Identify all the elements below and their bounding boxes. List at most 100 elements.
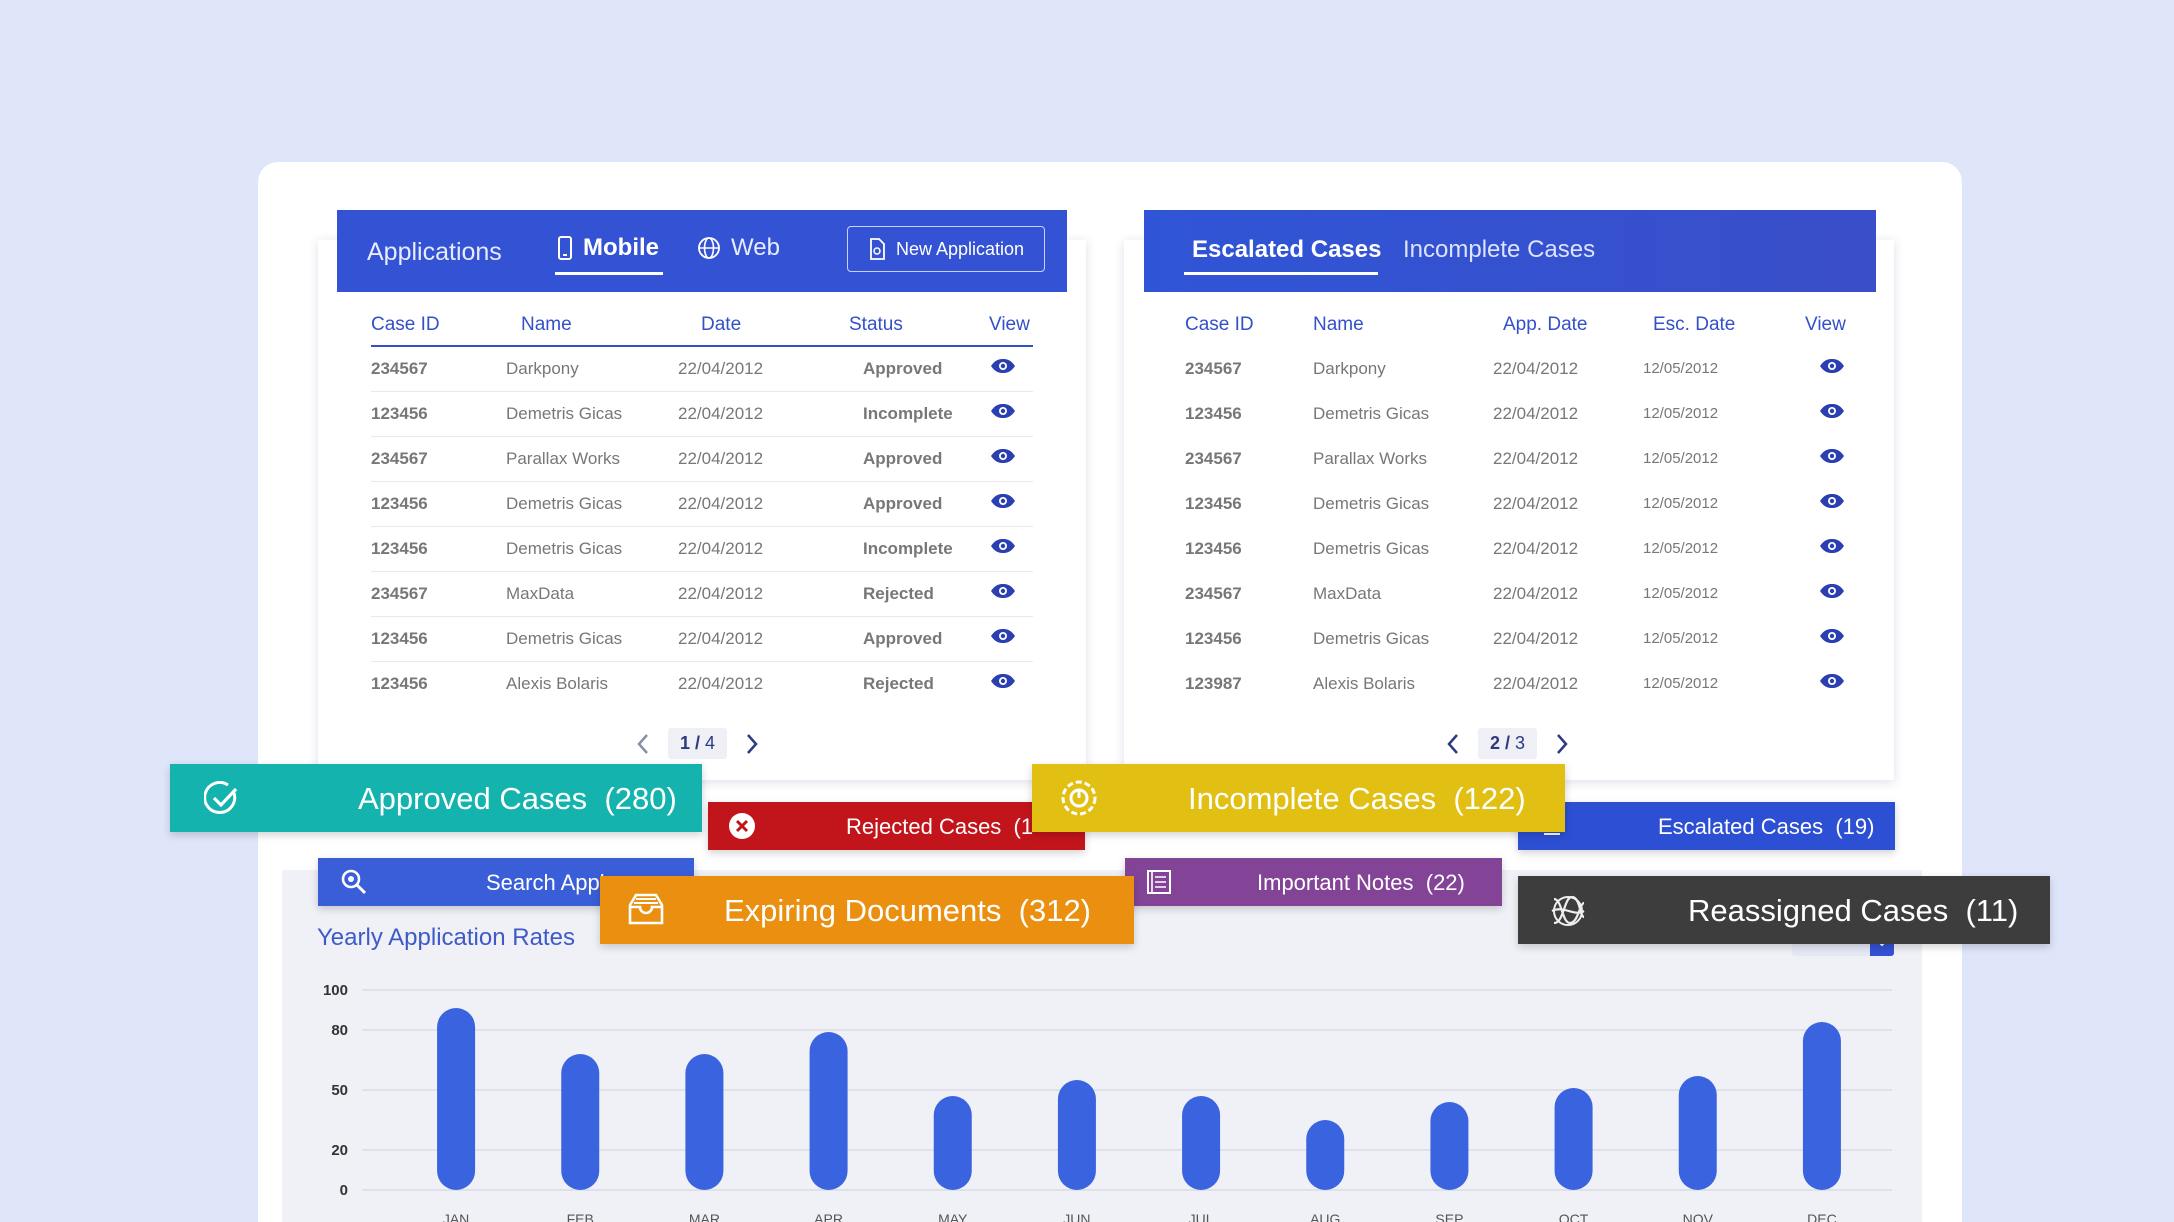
applicant-name: Alexis Bolaris xyxy=(1313,673,1416,693)
view-button[interactable] xyxy=(971,660,1033,706)
x-tick-label: SEP xyxy=(1435,1211,1463,1222)
bar-jun[interactable] xyxy=(1057,1080,1096,1190)
application-date: 22/04/2012 xyxy=(676,390,841,436)
case-id: 123456 xyxy=(1185,403,1242,423)
x-tick-label: MAR xyxy=(689,1211,720,1222)
approved-cases-banner[interactable]: Approved Cases (280) xyxy=(170,764,702,832)
col-esc-date[interactable]: Esc. Date xyxy=(1643,304,1791,346)
rejected-count: (1 xyxy=(1013,814,1034,839)
case-id: 123456 xyxy=(371,660,506,706)
view-button[interactable] xyxy=(1791,481,1865,526)
application-date: 22/04/2012 xyxy=(676,570,841,616)
escalation-date: 12/05/2012 xyxy=(1643,585,1719,602)
prev-page-icon[interactable] xyxy=(1446,733,1460,755)
bar-feb[interactable] xyxy=(561,1054,600,1190)
table-row[interactable]: 123456 Demetris Gicas 22/04/2012 12/05/2012 xyxy=(1185,391,1865,436)
table-row[interactable]: 234567 Parallax Works 22/04/2012 Approved xyxy=(371,435,1033,481)
view-button[interactable] xyxy=(1791,436,1865,481)
escalated-count: (19) xyxy=(1835,814,1875,839)
table-row[interactable]: 123456 Demetris Gicas 22/04/2012 12/05/2012 xyxy=(1185,481,1865,526)
case-id: 123456 xyxy=(1185,538,1242,558)
table-row[interactable]: 123456 Demetris Gicas 22/04/2012 12/05/2012 xyxy=(1185,526,1865,571)
table-row[interactable]: 234567 MaxData 22/04/2012 Rejected xyxy=(371,570,1033,616)
view-button[interactable] xyxy=(971,346,1033,391)
applications-table: Case ID Name Date Status View 234567 Dark… xyxy=(371,304,1033,706)
x-tick-label: APR xyxy=(814,1211,843,1222)
table-row[interactable]: 123456 Demetris Gicas 22/04/2012 Approved xyxy=(371,615,1033,661)
escalation-date: 12/05/2012 xyxy=(1643,360,1719,377)
tab-incomplete-cases[interactable]: Incomplete Cases xyxy=(1403,236,1595,264)
bar-dec[interactable] xyxy=(1802,1022,1841,1190)
bar-jul[interactable] xyxy=(1182,1096,1221,1190)
page-indicator: 2 / 3 xyxy=(1478,728,1538,759)
escalation-date: 12/05/2012 xyxy=(1643,540,1719,557)
applicant-name: MaxData xyxy=(1313,583,1382,603)
col-status[interactable]: Status xyxy=(841,304,971,346)
view-button[interactable] xyxy=(1791,526,1865,571)
table-row[interactable]: 234567 Parallax Works 22/04/2012 12/05/2012 xyxy=(1185,436,1865,481)
eye-icon xyxy=(1820,359,1844,373)
table-row[interactable]: 123987 Alexis Bolaris 22/04/2012 12/05/2012 xyxy=(1185,661,1865,706)
table-row[interactable]: 234567 Darkpony 22/04/2012 Approved xyxy=(371,346,1033,391)
bar-aug[interactable] xyxy=(1306,1120,1345,1190)
escalated-cases-banner[interactable]: Escalated Cases (19) xyxy=(1518,802,1895,850)
table-row[interactable]: 123456 Demetris Gicas 22/04/2012 Incomplete xyxy=(371,525,1033,571)
col-app-date[interactable]: App. Date xyxy=(1493,304,1643,346)
col-name[interactable]: Name xyxy=(506,304,676,346)
view-button[interactable] xyxy=(971,615,1033,661)
tab-escalated-cases[interactable]: Escalated Cases xyxy=(1192,236,1381,264)
case-id: 123456 xyxy=(1185,628,1242,648)
eye-icon xyxy=(1820,539,1844,553)
col-view[interactable]: View xyxy=(1791,304,1865,346)
table-row[interactable]: 123456 Alexis Bolaris 22/04/2012 Rejected xyxy=(371,660,1033,706)
new-application-button[interactable]: New Application xyxy=(847,226,1045,272)
col-date[interactable]: Date xyxy=(676,304,841,346)
applications-header: Applications Mobile Web New Application xyxy=(337,210,1067,292)
next-page-icon[interactable] xyxy=(745,733,759,755)
col-case-id[interactable]: Case ID xyxy=(371,304,506,346)
expiring-documents-banner[interactable]: Expiring Documents (312) xyxy=(600,876,1134,944)
bar-sep[interactable] xyxy=(1430,1102,1469,1190)
reassigned-cases-banner[interactable]: Reassigned Cases (11) xyxy=(1518,876,2050,944)
notes-count: (22) xyxy=(1425,870,1465,895)
view-button[interactable] xyxy=(1791,661,1865,706)
expiring-count: (312) xyxy=(1018,893,1092,928)
notes-icon xyxy=(1145,868,1173,896)
bar-oct[interactable] xyxy=(1554,1088,1593,1190)
status-badge: Incomplete xyxy=(841,525,971,571)
bar-nov[interactable] xyxy=(1678,1076,1717,1190)
table-row[interactable]: 234567 MaxData 22/04/2012 12/05/2012 xyxy=(1185,571,1865,616)
rejected-cases-banner[interactable]: Rejected Cases (1 xyxy=(708,802,1085,850)
bar-mar[interactable] xyxy=(685,1054,724,1190)
table-row[interactable]: 123456 Demetris Gicas 22/04/2012 Approved xyxy=(371,480,1033,526)
y-tick-label: 20 xyxy=(331,1142,348,1159)
application-date: 22/04/2012 xyxy=(676,615,841,661)
table-row[interactable]: 234567 Darkpony 22/04/2012 12/05/2012 xyxy=(1185,346,1865,391)
applicant-name: Alexis Bolaris xyxy=(506,660,676,706)
cases-table: Case ID Name App. Date Esc. Date View 23… xyxy=(1185,304,1865,706)
view-button[interactable] xyxy=(971,390,1033,436)
eye-icon xyxy=(1820,584,1844,598)
view-button[interactable] xyxy=(971,525,1033,571)
col-name[interactable]: Name xyxy=(1313,304,1493,346)
col-view[interactable]: View xyxy=(971,304,1033,346)
important-notes-banner[interactable]: Important Notes (22) xyxy=(1125,858,1502,906)
bar-may[interactable] xyxy=(933,1096,972,1190)
view-button[interactable] xyxy=(1791,346,1865,391)
tab-web[interactable]: Web xyxy=(697,234,780,262)
bar-apr[interactable] xyxy=(809,1032,848,1190)
view-button[interactable] xyxy=(1791,391,1865,436)
view-button[interactable] xyxy=(1791,571,1865,616)
view-button[interactable] xyxy=(971,435,1033,481)
table-row[interactable]: 123456 Demetris Gicas 22/04/2012 Incomplete xyxy=(371,390,1033,436)
view-button[interactable] xyxy=(971,480,1033,526)
prev-page-icon[interactable] xyxy=(636,733,650,755)
view-button[interactable] xyxy=(1791,616,1865,661)
next-page-icon[interactable] xyxy=(1555,733,1569,755)
bar-jan[interactable] xyxy=(437,1008,476,1190)
col-case-id[interactable]: Case ID xyxy=(1185,304,1313,346)
tab-mobile[interactable]: Mobile xyxy=(557,234,659,262)
view-button[interactable] xyxy=(971,570,1033,616)
incomplete-cases-banner[interactable]: Incomplete Cases (122) xyxy=(1032,764,1565,832)
table-row[interactable]: 123456 Demetris Gicas 22/04/2012 12/05/2012 xyxy=(1185,616,1865,661)
